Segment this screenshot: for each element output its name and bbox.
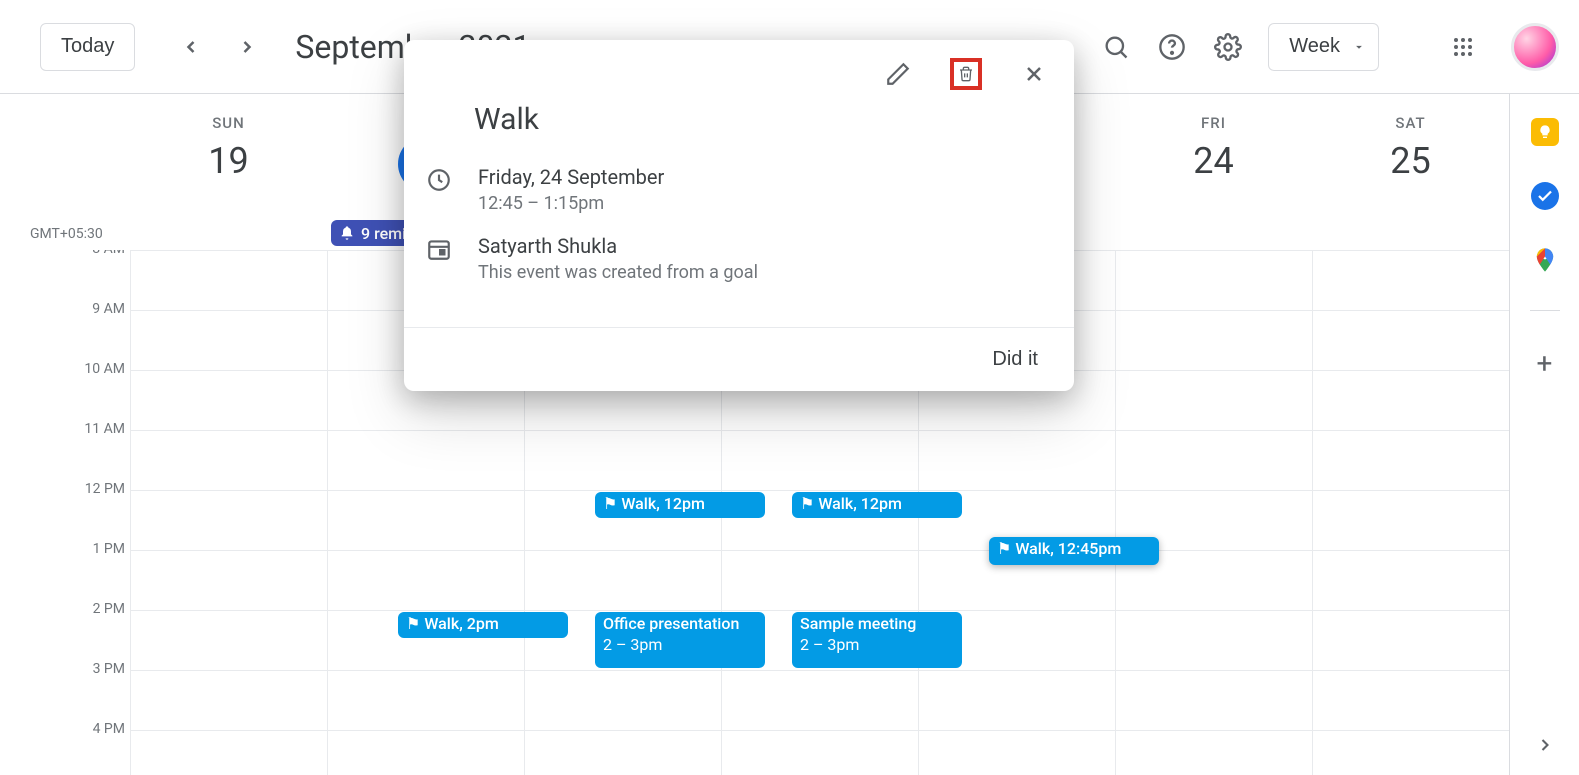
event-office-presentation[interactable]: Office presentation2 – 3pm [595, 612, 765, 668]
flag-icon: ⚑ [997, 539, 1011, 558]
clock-icon [426, 167, 452, 193]
event-details-popover: Walk Friday, 24 September 12:45 – 1:15pm… [404, 40, 1074, 391]
reminder-icon [339, 225, 355, 241]
today-button[interactable]: Today [40, 23, 135, 71]
hide-sidepanel-button[interactable] [1535, 735, 1555, 755]
event-time: 12:45 – 1:15pm [478, 193, 664, 214]
pencil-icon [885, 61, 911, 87]
search-button[interactable] [1092, 23, 1140, 71]
close-icon [1022, 62, 1046, 86]
chevron-right-icon [1535, 735, 1555, 755]
flag-icon: ⚑ [406, 614, 420, 633]
next-week-button[interactable] [231, 31, 263, 63]
day-header-fri[interactable]: FRI24 [1115, 94, 1312, 220]
view-selector-label: Week [1289, 35, 1340, 58]
flag-icon: ⚑ [603, 494, 617, 513]
event-title: Walk [474, 102, 1042, 137]
event-walk-wed[interactable]: ⚑Walk, 12pm [595, 492, 765, 518]
help-icon [1158, 33, 1186, 61]
apps-grid-icon [1451, 35, 1475, 59]
help-button[interactable] [1148, 23, 1196, 71]
search-icon [1102, 33, 1130, 61]
event-walk-tue[interactable]: ⚑Walk, 2pm [398, 612, 568, 638]
calendar-icon [426, 236, 452, 262]
gear-icon [1214, 33, 1242, 61]
event-walk-thu[interactable]: ⚑Walk, 12pm [792, 492, 962, 518]
google-apps-button[interactable] [1439, 23, 1487, 71]
close-popover-button[interactable] [1018, 58, 1050, 90]
event-sample-meeting[interactable]: Sample meeting2 – 3pm [792, 612, 962, 668]
day-header-sat[interactable]: SAT25 [1312, 94, 1509, 220]
timezone-label: GMT+05:30 [30, 226, 103, 242]
add-addon-button[interactable]: + [1537, 347, 1553, 380]
account-avatar[interactable] [1511, 23, 1559, 71]
dropdown-icon [1352, 40, 1366, 54]
trash-icon [958, 61, 974, 87]
maps-icon[interactable] [1531, 246, 1559, 274]
edit-event-button[interactable] [882, 58, 914, 90]
prev-week-button[interactable] [175, 31, 207, 63]
keep-icon[interactable] [1531, 118, 1559, 146]
settings-button[interactable] [1204, 23, 1252, 71]
view-selector[interactable]: Week [1268, 23, 1379, 71]
day-header-sun[interactable]: SUN19 [130, 94, 327, 220]
delete-event-button[interactable] [950, 58, 982, 90]
event-note: This event was created from a goal [478, 262, 758, 283]
event-walk-fri[interactable]: ⚑Walk, 12:45pm [989, 537, 1159, 565]
chevron-right-icon [237, 37, 257, 57]
chevron-left-icon [181, 37, 201, 57]
event-owner: Satyarth Shukla [478, 234, 758, 258]
did-it-button[interactable]: Did it [992, 348, 1038, 371]
side-panel: + [1509, 94, 1579, 775]
tasks-icon[interactable] [1531, 182, 1559, 210]
flag-icon: ⚑ [800, 494, 814, 513]
event-date: Friday, 24 September [478, 165, 664, 189]
side-divider [1530, 310, 1560, 311]
